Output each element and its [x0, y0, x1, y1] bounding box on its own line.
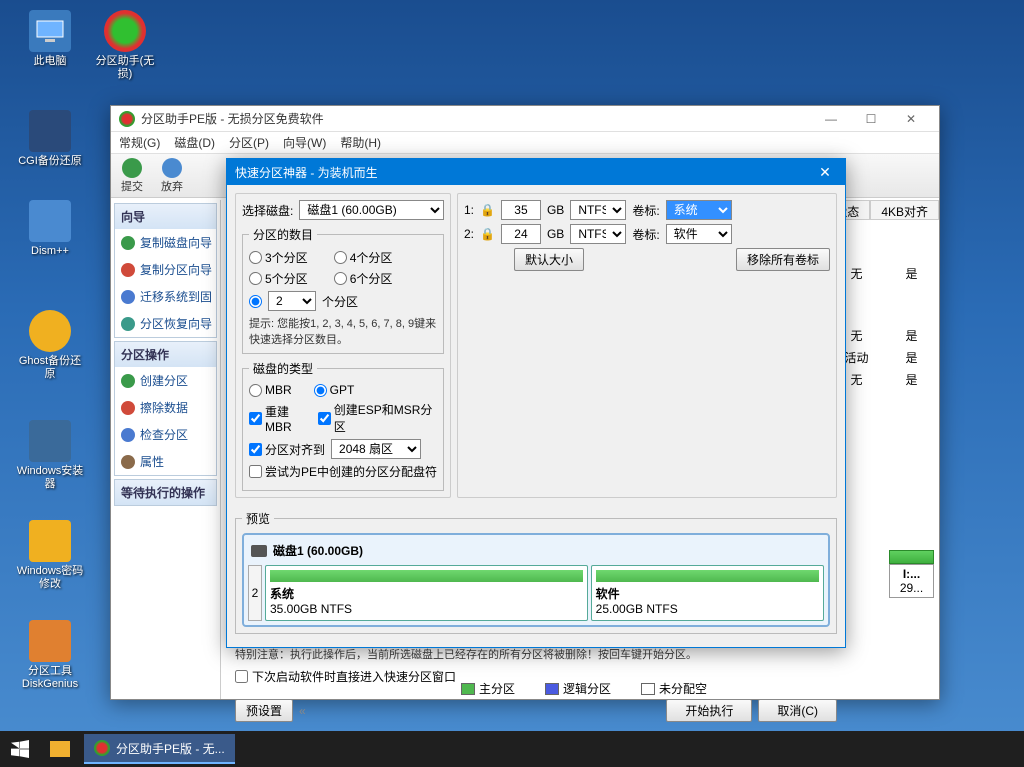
wizard-header: 向导 [115, 204, 216, 229]
dialog-title: 快速分区神器 - 为装机而生 [235, 164, 813, 181]
close-button[interactable]: ✕ [891, 108, 931, 130]
radio-5-partitions[interactable]: 5个分区 [249, 270, 308, 287]
minimize-button[interactable]: — [811, 108, 851, 130]
wizard-copy-partition[interactable]: 复制分区向导 [115, 256, 216, 283]
menu-general[interactable]: 常规(G) [119, 134, 160, 151]
lock-icon[interactable]: 🔒 [480, 227, 495, 241]
preview-part-1[interactable]: 系统 35.00GB NTFS [265, 565, 588, 621]
row2-vol-dropdown[interactable]: 软件 [666, 224, 732, 244]
app-icon [119, 111, 135, 127]
disk-strip[interactable]: I:...29... [889, 550, 934, 598]
discard-button[interactable]: 放弃 [157, 156, 187, 196]
op-create[interactable]: 创建分区 [115, 367, 216, 394]
window-title: 分区助手PE版 - 无损分区免费软件 [141, 110, 811, 127]
radio-gpt[interactable]: GPT [314, 383, 355, 397]
commit-button[interactable]: 提交 [117, 156, 147, 196]
desktop-icon-windows-installer[interactable]: Windows安装器 [15, 420, 85, 491]
desktop-icon-cgi[interactable]: CGI备份还原 [15, 110, 85, 168]
count-hint: 提示: 您能按1, 2, 3, 4, 5, 6, 7, 8, 9键来快速选择分区… [249, 315, 437, 347]
desktop-icon-partition-assistant[interactable]: 分区助手(无损) [90, 10, 160, 81]
menu-partition[interactable]: 分区(P) [229, 134, 269, 151]
row2-index: 2: [464, 227, 474, 241]
check-create-esp[interactable]: 创建ESP和MSR分区 [318, 401, 437, 435]
warning-text: 特别注意：执行此操作后，当前所选磁盘上已经存在的所有分区将被删除！按回车键开始分… [235, 646, 837, 662]
maximize-button[interactable]: ☐ [851, 108, 891, 130]
left-settings-group: 选择磁盘: 磁盘1 (60.00GB) 分区的数目 3个分区 4个分区 5个分区… [235, 193, 451, 498]
preview-group: 预览 磁盘1 (60.00GB) 2 系统 35.00GB NTFS 软件 25… [235, 510, 837, 634]
select-disk-label: 选择磁盘: [242, 202, 293, 219]
row1-fs-dropdown[interactable]: NTFS [570, 200, 626, 220]
preview-part-count: 2 [248, 565, 262, 621]
ops-header: 分区操作 [115, 342, 216, 367]
disk-type-group: 磁盘的类型 MBR GPT 重建MBR 创建ESP和MSR分区 分区对齐到 20… [242, 360, 444, 491]
pending-header: 等待执行的操作 [115, 480, 216, 505]
check-try-pe[interactable]: 尝试为PE中创建的分区分配盘符 [249, 463, 437, 480]
check-rebuild-mbr[interactable]: 重建MBR [249, 403, 312, 434]
dialog-titlebar[interactable]: 快速分区神器 - 为装机而生 ✕ [227, 159, 845, 185]
right-settings-group: 1: 🔒 GB NTFS 卷标: 系统 2: 🔒 GB NTFS 卷标: 软件 [457, 193, 837, 498]
taskbar: 分区助手PE版 - 无... [0, 731, 1024, 767]
start-button[interactable]: 开始执行 [666, 699, 752, 722]
desktop-icon-diskgenius[interactable]: 分区工具DiskGenius [15, 620, 85, 691]
menu-disk[interactable]: 磁盘(D) [174, 134, 215, 151]
chevron-icon[interactable]: « [299, 704, 306, 718]
disk-icon [251, 545, 267, 557]
row1-size-input[interactable] [501, 200, 541, 220]
dialog-footer: 预设置 « 开始执行 取消(C) [227, 693, 845, 728]
taskbar-task-partition-assistant[interactable]: 分区助手PE版 - 无... [84, 734, 235, 764]
menu-help[interactable]: 帮助(H) [340, 134, 381, 151]
row2-size-input[interactable] [501, 224, 541, 244]
op-wipe[interactable]: 擦除数据 [115, 394, 216, 421]
col-4kb[interactable]: 4KB对齐 [870, 200, 939, 220]
wizard-copy-disk[interactable]: 复制磁盘向导 [115, 229, 216, 256]
cancel-button[interactable]: 取消(C) [758, 699, 837, 722]
op-check[interactable]: 检查分区 [115, 421, 216, 448]
default-size-button[interactable]: 默认大小 [514, 248, 584, 271]
row1-vol-dropdown[interactable]: 系统 [666, 200, 732, 220]
radio-6-partitions[interactable]: 6个分区 [334, 270, 393, 287]
custom-count-dropdown[interactable]: 2 [268, 291, 316, 311]
op-properties[interactable]: 属性 [115, 448, 216, 475]
radio-4-partitions[interactable]: 4个分区 [334, 249, 393, 266]
remove-labels-button[interactable]: 移除所有卷标 [736, 248, 830, 271]
radio-custom-partitions[interactable] [249, 295, 262, 308]
left-panel: 向导 复制磁盘向导 复制分区向导 迁移系统到固 分区恢复向导 分区操作 创建分区… [111, 200, 221, 699]
row2-fs-dropdown[interactable]: NTFS [570, 224, 626, 244]
task-app-icon [94, 740, 110, 756]
partition-count-group: 分区的数目 3个分区 4个分区 5个分区 6个分区 2 个分区 提示: 您能按 [242, 226, 444, 354]
desktop-icon-ghost[interactable]: Ghost备份还原 [15, 310, 85, 381]
select-disk-dropdown[interactable]: 磁盘1 (60.00GB) [299, 200, 444, 220]
menubar: 常规(G) 磁盘(D) 分区(P) 向导(W) 帮助(H) [111, 132, 939, 154]
preset-button[interactable]: 预设置 [235, 699, 293, 722]
row1-index: 1: [464, 203, 474, 217]
titlebar[interactable]: 分区助手PE版 - 无损分区免费软件 — ☐ ✕ [111, 106, 939, 132]
quick-partition-dialog: 快速分区神器 - 为装机而生 ✕ 选择磁盘: 磁盘1 (60.00GB) 分区的… [226, 158, 846, 648]
desktop-icon-this-pc[interactable]: 此电脑 [15, 10, 85, 68]
wizard-recover[interactable]: 分区恢复向导 [115, 310, 216, 337]
align-dropdown[interactable]: 2048 扇区 [331, 439, 421, 459]
lock-icon[interactable]: 🔒 [480, 203, 495, 217]
start-button[interactable] [0, 731, 40, 767]
radio-mbr[interactable]: MBR [249, 383, 292, 397]
preview-part-2[interactable]: 软件 25.00GB NTFS [591, 565, 824, 621]
radio-3-partitions[interactable]: 3个分区 [249, 249, 308, 266]
taskbar-explorer-icon[interactable] [40, 731, 80, 767]
wizard-migrate-os[interactable]: 迁移系统到固 [115, 283, 216, 310]
check-align[interactable]: 分区对齐到 [249, 441, 325, 458]
desktop-icon-password[interactable]: Windows密码修改 [15, 520, 85, 591]
preview-disk: 磁盘1 (60.00GB) 2 系统 35.00GB NTFS 软件 25.00… [242, 533, 830, 627]
dialog-close-button[interactable]: ✕ [813, 164, 837, 181]
check-next-launch[interactable]: 下次启动软件时直接进入快速分区窗口 [235, 668, 837, 685]
menu-wizard[interactable]: 向导(W) [283, 134, 326, 151]
desktop-icon-dism[interactable]: Dism++ [15, 200, 85, 258]
